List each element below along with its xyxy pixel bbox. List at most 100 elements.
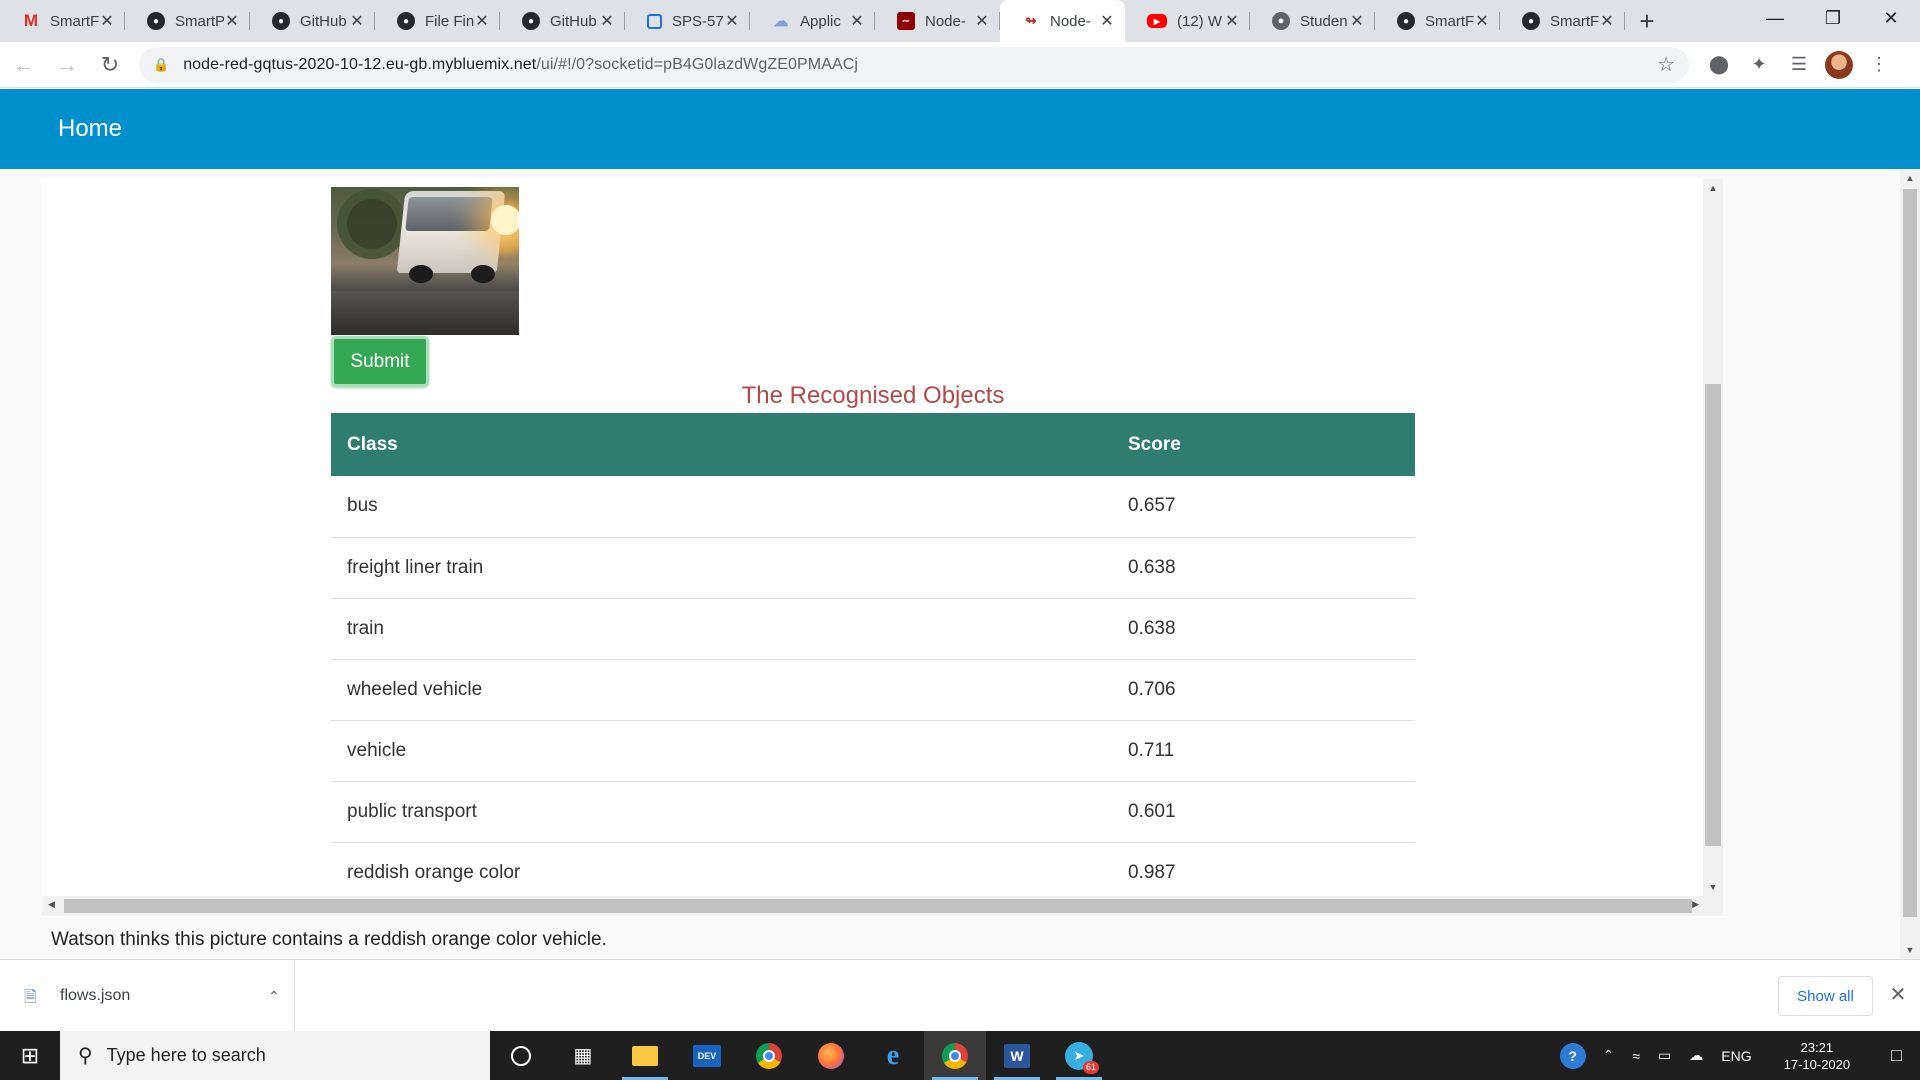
table-row: reddish orange color 0.987	[331, 842, 1415, 904]
scroll-left-arrow-icon[interactable]: ◀	[48, 899, 55, 910]
file-explorer-button[interactable]	[614, 1031, 676, 1080]
start-button[interactable]: ⊞	[0, 1031, 60, 1080]
scrollbar-thumb[interactable]	[1903, 189, 1917, 917]
tab-close-icon[interactable]: ✕	[1474, 11, 1490, 31]
tab-close-icon[interactable]: ✕	[474, 11, 490, 31]
tab-close-icon[interactable]: ✕	[974, 11, 990, 31]
tab-title: SPS-57	[672, 12, 724, 30]
edge-icon: e	[886, 1039, 900, 1071]
restore-button[interactable]: ❐	[1804, 0, 1862, 36]
language-indicator[interactable]: ENG	[1712, 1048, 1760, 1064]
photo-road	[331, 291, 519, 335]
help-icon[interactable]: ?	[1559, 1042, 1586, 1069]
browser-tab[interactable]: ● File Fin ✕	[375, 0, 500, 42]
scroll-up-arrow-icon[interactable]: ▲	[1703, 183, 1723, 193]
browser-tab[interactable]: ↬ Node- ✕	[1000, 0, 1125, 42]
scrollbar-thumb[interactable]	[64, 899, 1692, 913]
tab-close-icon[interactable]: ✕	[224, 11, 240, 31]
telegram-button[interactable]: ➤ 61	[1048, 1031, 1110, 1080]
word-button[interactable]: W	[986, 1031, 1048, 1080]
firefox-button[interactable]	[800, 1031, 862, 1080]
url-text[interactable]: node-red-gqtus-2020-10-12.eu-gb.mybluemi…	[183, 56, 1657, 74]
tab-close-icon[interactable]: ✕	[1349, 11, 1365, 31]
new-tab-button[interactable]: +	[1625, 0, 1669, 42]
show-all-button[interactable]: Show all	[1778, 976, 1873, 1016]
browser-tab[interactable]: ● SmartF ✕	[1375, 0, 1500, 42]
minimize-button[interactable]: —	[1746, 0, 1804, 36]
address-bar[interactable]: 🔒 node-red-gqtus-2020-10-12.eu-gb.myblue…	[139, 46, 1689, 83]
class-cell: train	[331, 598, 1112, 660]
chrome-active-button[interactable]	[924, 1031, 986, 1080]
profile-avatar[interactable]	[1825, 50, 1853, 79]
tab-title: SmartF	[1550, 12, 1599, 30]
tab-close-icon[interactable]: ✕	[1224, 11, 1240, 31]
back-button[interactable]: ←	[5, 46, 43, 84]
browser-tab[interactable]: ▶ (12) W ✕	[1125, 0, 1250, 42]
browser-toolbar: ← → ↻ 🔒 node-red-gqtus-2020-10-12.eu-gb.…	[0, 42, 1920, 88]
cortana-circle-icon	[511, 1045, 531, 1066]
notification-icon[interactable]: □	[1873, 1045, 1920, 1066]
tab-title: SmartF	[1425, 12, 1474, 30]
media-control-icon[interactable]: ☰	[1785, 51, 1813, 79]
clock[interactable]: 23:21 17-10-2020	[1761, 1039, 1874, 1073]
github-icon: ●	[522, 12, 540, 30]
download-item[interactable]: 🗎 flows.json ⌃	[0, 960, 295, 1032]
column-header-class: Class	[331, 413, 1112, 476]
browser-tab[interactable]: SPS-57 ✕	[625, 0, 750, 42]
scroll-up-arrow-icon[interactable]: ▲	[1900, 173, 1920, 183]
clock-date: 17-10-2020	[1783, 1056, 1851, 1072]
scroll-down-arrow-icon[interactable]: ▼	[1900, 945, 1920, 955]
tab-close-icon[interactable]: ✕	[1599, 11, 1615, 31]
bookmark-star-icon[interactable]: ☆	[1657, 52, 1675, 77]
wifi-icon[interactable]: ≈	[1623, 1048, 1649, 1064]
browser-tab[interactable]: ● Studen ✕	[1250, 0, 1375, 42]
tab-close-icon[interactable]: ✕	[99, 11, 115, 31]
close-window-button[interactable]: ✕	[1862, 0, 1920, 36]
scroll-right-arrow-icon[interactable]: ▶	[1692, 899, 1699, 910]
edge-button[interactable]: e	[862, 1031, 924, 1080]
gmail-icon: M	[23, 11, 39, 30]
dev-cpp-button[interactable]: DEV	[676, 1031, 738, 1080]
table-row: freight liner train 0.638	[331, 537, 1415, 599]
browser-tab[interactable]: ● SmartF ✕	[1500, 0, 1625, 42]
table-vertical-scrollbar[interactable]: ▲ ▼	[1703, 179, 1723, 896]
extension-circle-icon[interactable]: ⬤	[1705, 51, 1733, 79]
lock-icon[interactable]: 🔒	[153, 57, 169, 73]
browser-tab[interactable]: ∼ Node- ✕	[875, 0, 1000, 42]
browser-tab[interactable]: ● GitHub ✕	[500, 0, 625, 42]
onedrive-cloud-icon[interactable]: ☁	[1680, 1047, 1712, 1064]
uploaded-bus-photo	[331, 187, 519, 335]
reload-button[interactable]: ↻	[91, 46, 129, 84]
scrollbar-thumb[interactable]	[1705, 384, 1721, 846]
tab-close-icon[interactable]: ✕	[1099, 11, 1115, 31]
browser-tab[interactable]: ● GitHub ✕	[250, 0, 375, 42]
table-horizontal-scrollbar[interactable]: ◀ ▶	[42, 896, 1723, 916]
forward-button[interactable]: →	[48, 46, 86, 84]
score-cell: 0.987	[1112, 842, 1415, 904]
browser-tab[interactable]: ☁ Applic ✕	[750, 0, 875, 42]
taskbar-search-box[interactable]: ⚲ Type here to search	[60, 1031, 490, 1080]
battery-icon[interactable]: ▭	[1649, 1047, 1680, 1064]
class-cell: reddish orange color	[331, 842, 1112, 904]
tab-close-icon[interactable]: ✕	[349, 11, 365, 31]
tab-close-icon[interactable]: ✕	[849, 11, 865, 31]
tab-title: Node-	[925, 12, 966, 30]
chevron-up-icon[interactable]: ⌃	[254, 988, 294, 1005]
browser-tab[interactable]: M SmartF ✕	[0, 0, 125, 42]
show-hidden-icons-chevron-icon[interactable]: ⌃	[1594, 1047, 1624, 1064]
submit-button[interactable]: Submit	[331, 336, 429, 387]
browser-menu-icon[interactable]: ⋮	[1865, 51, 1893, 79]
task-view-button[interactable]: ▦	[552, 1031, 614, 1080]
cortana-button[interactable]	[490, 1031, 552, 1080]
page-vertical-scrollbar[interactable]: ▲ ▼	[1900, 169, 1920, 959]
extensions-puzzle-icon[interactable]: ✦	[1745, 51, 1773, 79]
scroll-down-arrow-icon[interactable]: ▼	[1703, 882, 1723, 892]
node-red-flow-icon: ↬	[1025, 13, 1037, 28]
browser-tab[interactable]: ● SmartP ✕	[125, 0, 250, 42]
close-icon[interactable]: ✕	[1884, 982, 1912, 1010]
chrome-button[interactable]	[738, 1031, 800, 1080]
github-icon: ●	[397, 12, 415, 30]
score-cell: 0.657	[1112, 476, 1415, 538]
tab-close-icon[interactable]: ✕	[724, 11, 740, 31]
tab-close-icon[interactable]: ✕	[599, 11, 615, 31]
